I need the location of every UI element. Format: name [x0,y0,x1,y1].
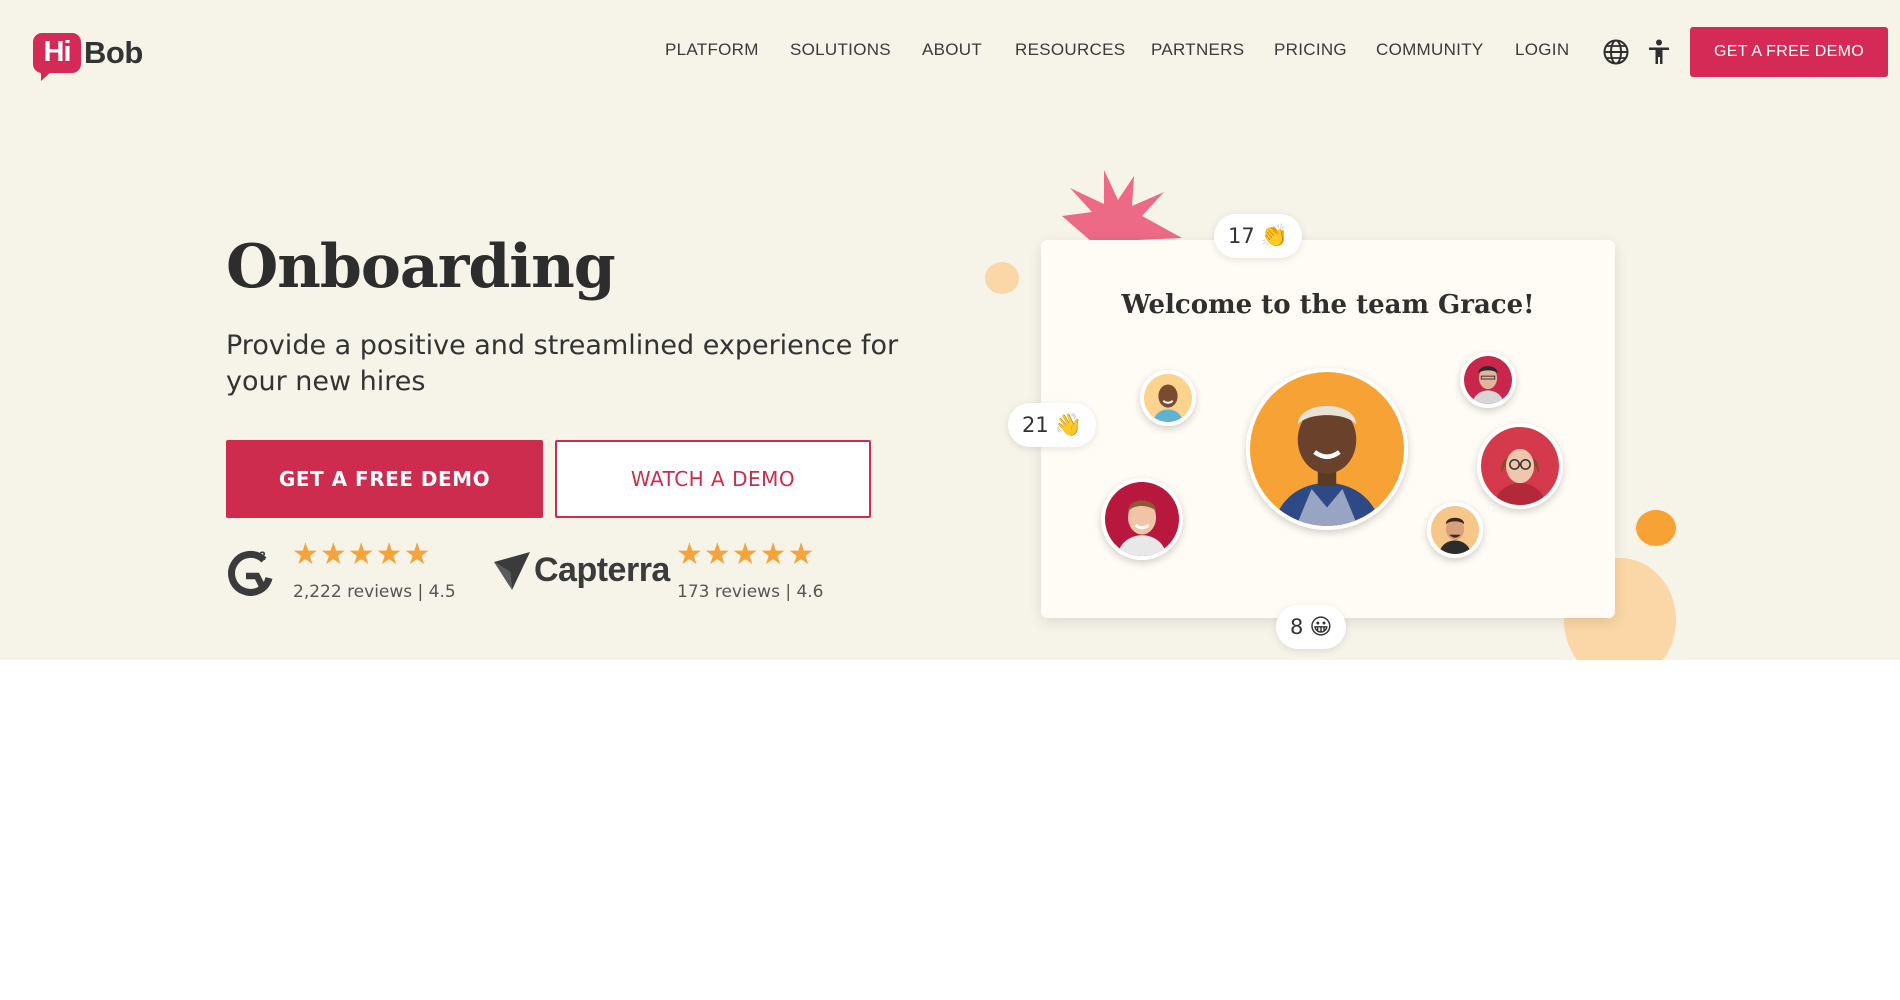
nav-pricing[interactable]: PRICING [1274,40,1347,60]
nav-login[interactable]: LOGIN [1515,40,1569,60]
reaction-wave-count: 21 [1022,413,1049,437]
nav-resources[interactable]: RESOURCES [1015,40,1125,60]
reaction-smile-count: 8 [1290,615,1304,639]
avatar-team-member-3 [1477,423,1563,509]
nav-about[interactable]: ABOUT [922,40,982,60]
nav-solutions[interactable]: SOLUTIONS [790,40,891,60]
pink-splash-decoration [1062,170,1182,242]
welcome-card-title: Welcome to the team Grace! [1121,290,1535,320]
peach-dot-decoration [985,262,1019,294]
waving-hand-icon: 👋 [1054,412,1083,438]
g2-star-rating: ★★★★★ [292,538,432,571]
page-title: Onboarding [226,232,616,302]
get-free-demo-button[interactable]: GET A FREE DEMO [226,440,543,518]
welcome-card: Welcome to the team Grace! [1041,240,1615,618]
nav-platform[interactable]: PLATFORM [665,40,759,60]
avatar-team-member-2 [1460,352,1516,408]
clapping-hands-icon: 👏 [1260,223,1289,249]
grinning-face-icon: 😀 [1309,614,1333,640]
accessibility-icon[interactable] [1645,38,1673,66]
reaction-smile-pill[interactable]: 8 😀 [1276,605,1347,649]
capterra-arrow-icon [494,552,530,590]
nav-community[interactable]: COMMUNITY [1376,40,1484,60]
g2-review-count: 2,222 reviews | 4.5 [293,582,456,602]
orange-dot-decoration [1636,510,1676,546]
capterra-star-rating: ★★★★★ [676,538,816,571]
reaction-wave-pill[interactable]: 21 👋 [1008,403,1097,447]
avatar-team-member-5 [1427,502,1483,558]
nav-partners[interactable]: PARTNERS [1151,40,1244,60]
g2-logo-icon[interactable]: 2 [226,548,274,596]
avatar-grace [1246,368,1408,530]
avatar-team-member-4 [1101,478,1183,560]
watch-demo-button[interactable]: WATCH A DEMO [555,440,871,518]
hero-subtitle: Provide a positive and streamlined exper… [226,330,899,397]
reaction-clap-pill[interactable]: 17 👏 [1214,214,1303,258]
capterra-review-count: 173 reviews | 4.6 [677,582,824,602]
capterra-logo[interactable]: Capterra [494,550,670,590]
svg-text:2: 2 [259,549,266,563]
reaction-clap-count: 17 [1228,224,1255,248]
avatar-team-member-1 [1140,370,1196,426]
capterra-name: Capterra [534,550,670,589]
globe-icon[interactable] [1602,38,1630,66]
header-free-demo-button[interactable]: GET A FREE DEMO [1690,27,1888,77]
site-header: Hi Bob PLATFORM SOLUTIONS ABOUT RESOURCE… [0,0,1900,102]
